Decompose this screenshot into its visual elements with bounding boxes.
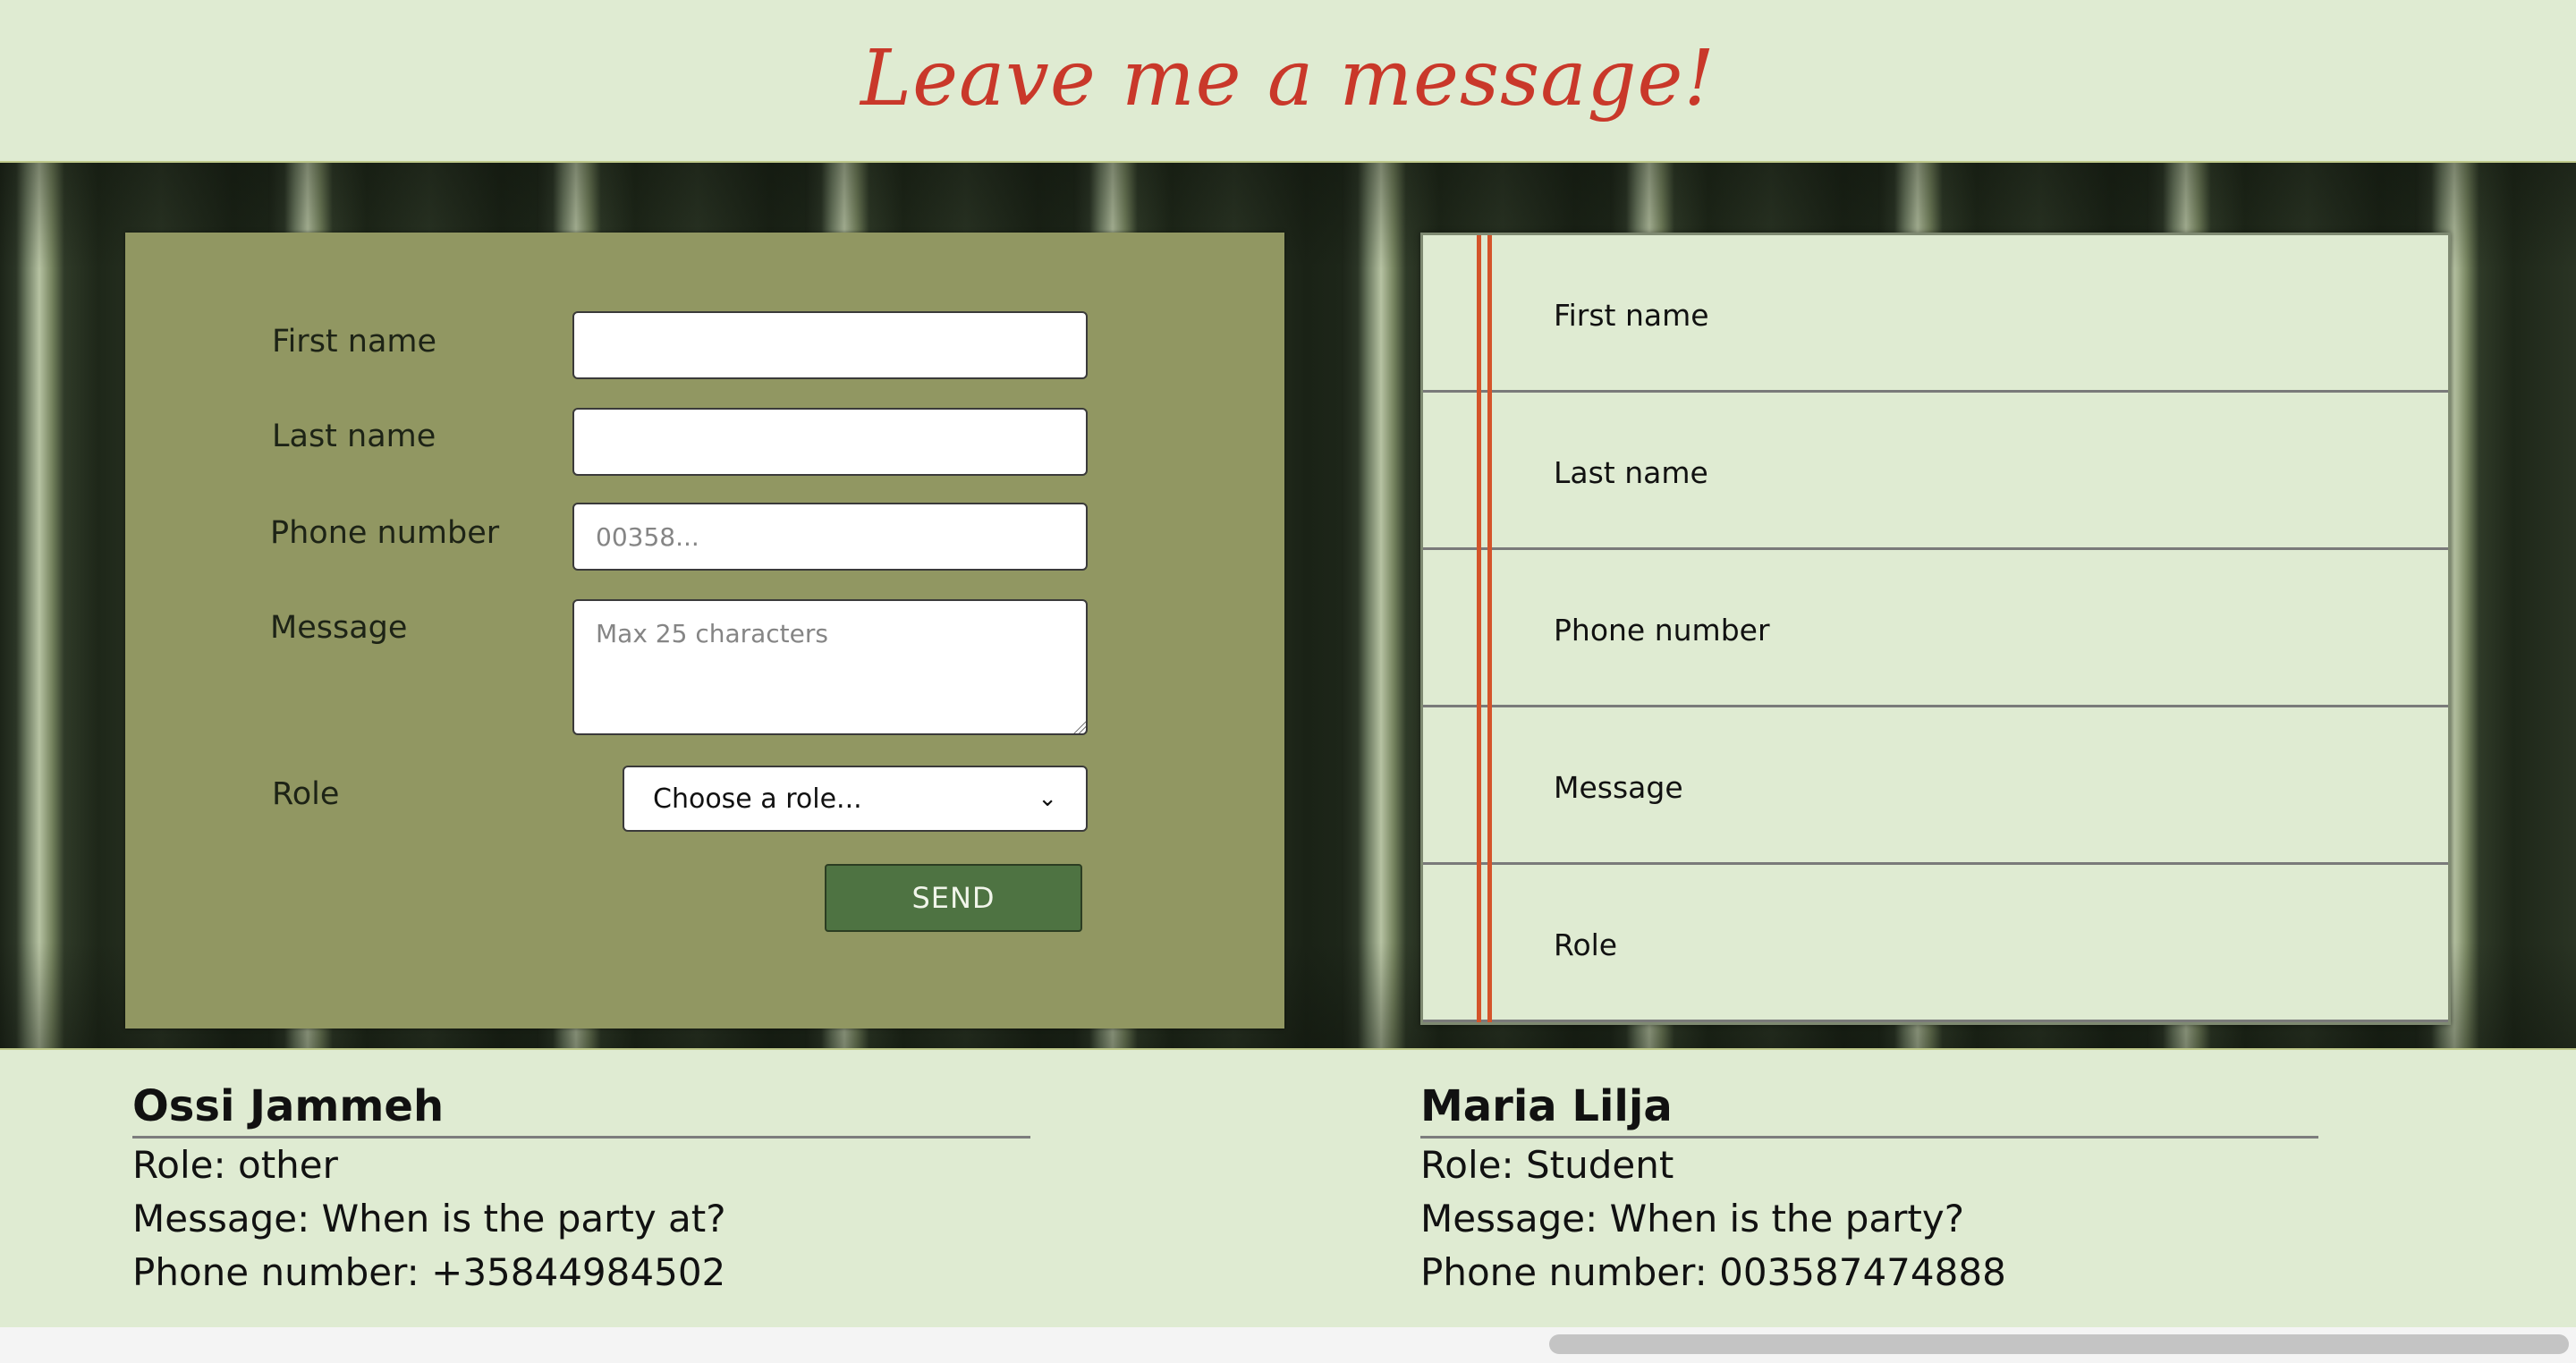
preview-row-last-name: Last name (1423, 393, 2448, 550)
message-preview: First name Last name Phone number Messag… (1420, 233, 2451, 1025)
card-role: Role: Student (1420, 1143, 1674, 1187)
role-select-value: Choose a role... (653, 783, 862, 815)
preview-label: Message (1554, 770, 1683, 805)
card-message: Message: When is the party? (1420, 1197, 1964, 1240)
message-label: Message (270, 610, 408, 646)
card-phone: Phone number: 003587474888 (1420, 1250, 2006, 1294)
scrollbar-thumb[interactable] (1549, 1334, 2569, 1354)
phone-number-label: Phone number (270, 515, 500, 551)
first-name-label: First name (272, 324, 437, 360)
message-textarea[interactable] (572, 599, 1088, 735)
send-button[interactable]: SEND (825, 864, 1082, 932)
page-header: Leave me a message! (0, 0, 2576, 161)
card-name: Ossi Jammeh (132, 1080, 1030, 1139)
card-message: Message: When is the party at? (132, 1197, 726, 1240)
preview-label: Role (1554, 927, 1618, 962)
preview-row-message: Message (1423, 707, 2448, 865)
phone-number-input[interactable] (572, 503, 1088, 571)
preview-label: Last name (1554, 455, 1708, 490)
horizontal-scrollbar[interactable] (0, 1327, 2576, 1363)
preview-row-phone-number: Phone number (1423, 550, 2448, 707)
preview-row-first-name: First name (1423, 235, 2448, 393)
preview-row-role: Role (1423, 865, 2448, 1022)
message-field-wrap (572, 599, 1088, 735)
card-phone: Phone number: +35844984502 (132, 1250, 726, 1294)
message-card: Maria Lilja Role: Student Message: When … (1420, 1080, 2324, 1300)
notebook-margin-line (1487, 235, 1492, 1022)
first-name-input[interactable] (572, 311, 1088, 379)
role-select[interactable]: Choose a role... ⌄ (623, 766, 1088, 832)
preview-label: Phone number (1554, 613, 1770, 648)
card-role: Role: other (132, 1143, 338, 1187)
message-card: Ossi Jammeh Role: other Message: When is… (132, 1080, 1036, 1300)
page-title: Leave me a message! (860, 34, 1716, 123)
chevron-down-icon: ⌄ (1038, 785, 1057, 812)
role-label: Role (272, 776, 340, 812)
notebook-margin-line (1477, 235, 1481, 1022)
message-form: First name Last name Phone number Messag… (125, 233, 1284, 1029)
resize-grip-icon[interactable] (1073, 721, 1086, 733)
card-name: Maria Lilja (1420, 1080, 2318, 1139)
content-band: First name Last name Phone number Messag… (0, 161, 2576, 1050)
last-name-label: Last name (272, 419, 436, 454)
last-name-input[interactable] (572, 408, 1088, 476)
preview-label: First name (1554, 298, 1709, 333)
